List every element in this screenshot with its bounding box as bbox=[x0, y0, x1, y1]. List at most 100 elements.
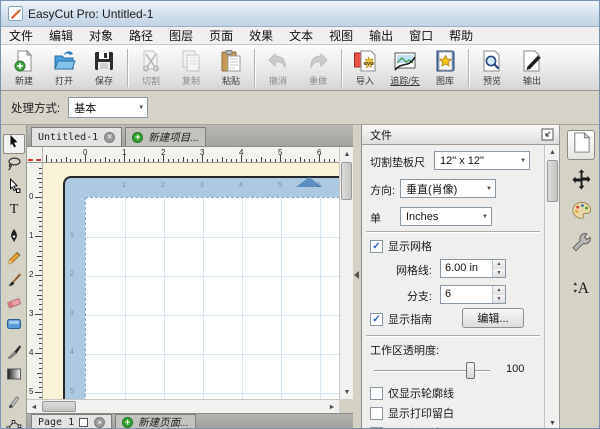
menu-item-0[interactable]: 文件 bbox=[1, 27, 41, 45]
spinner-arrows-icon[interactable]: ▲ ▼ bbox=[492, 260, 505, 277]
opacity-slider[interactable]: 100 bbox=[362, 361, 544, 380]
close-icon[interactable]: ✕ bbox=[94, 417, 106, 428]
slider-handle[interactable] bbox=[466, 362, 475, 379]
tab-page-1[interactable]: Page 1 ✕ bbox=[31, 414, 113, 428]
color-panel-button[interactable] bbox=[567, 200, 595, 226]
open-button[interactable]: 打开 bbox=[44, 47, 84, 89]
ruler-tick bbox=[138, 159, 140, 162]
pages-panel-button[interactable] bbox=[567, 130, 595, 160]
outline-only-checkbox[interactable]: 仅显示轮廓线 bbox=[370, 385, 454, 401]
page-color-swatch[interactable] bbox=[79, 418, 89, 427]
vscroll-thumb[interactable] bbox=[341, 162, 352, 200]
import-svg-icon: SVG bbox=[353, 49, 377, 73]
text-tool[interactable]: T bbox=[3, 200, 25, 220]
ruler-tick bbox=[39, 284, 42, 286]
panel-scrollbar[interactable]: ▲ ▼ bbox=[544, 145, 559, 428]
tab-untitled-1[interactable]: Untitled-1 ✕ bbox=[31, 127, 123, 146]
ruler-tick bbox=[39, 377, 42, 379]
ruler-tick bbox=[187, 159, 189, 162]
move-panel-button[interactable] bbox=[567, 169, 595, 195]
plus-icon: + bbox=[122, 417, 134, 428]
grid-line bbox=[86, 315, 339, 316]
ruler-tick bbox=[226, 159, 228, 162]
panel-splitter[interactable] bbox=[353, 125, 361, 428]
polyline-icon bbox=[6, 416, 22, 428]
svg-text:T: T bbox=[9, 202, 18, 216]
show-grid-checkbox[interactable]: ✓ 显示网格 bbox=[370, 238, 432, 254]
ruler-tick bbox=[221, 157, 223, 162]
print-margin-checkbox[interactable]: 显示打印留白 bbox=[370, 405, 454, 421]
settings-panel-button[interactable] bbox=[567, 232, 595, 258]
new-page-tab[interactable]: + 新建页面... bbox=[115, 414, 196, 428]
menu-item-1[interactable]: 编辑 bbox=[41, 27, 81, 45]
close-icon[interactable]: ✕ bbox=[104, 131, 116, 143]
menu-item-5[interactable]: 页面 bbox=[201, 27, 241, 45]
menu-item-8[interactable]: 视图 bbox=[321, 27, 361, 45]
pencil-tool[interactable] bbox=[3, 250, 25, 270]
node-select-tool[interactable] bbox=[3, 177, 25, 198]
grid-line bbox=[86, 237, 339, 238]
scroll-up-icon[interactable]: ▲ bbox=[340, 147, 354, 161]
ruler-tick bbox=[99, 159, 101, 162]
scroll-left-icon[interactable]: ◄ bbox=[27, 400, 41, 414]
save-button[interactable]: 保存 bbox=[84, 47, 124, 89]
menu-item-9[interactable]: 输出 bbox=[361, 27, 401, 45]
canvas-hscrollbar[interactable]: ◄ ► bbox=[27, 399, 339, 414]
edit-guides-button[interactable]: 编辑... bbox=[462, 308, 524, 328]
subdivision-spinner[interactable]: 6 ▲ ▼ bbox=[440, 285, 506, 304]
library-button[interactable]: 图库 bbox=[425, 47, 465, 89]
process-mode-select[interactable]: 基本 ▼ bbox=[68, 97, 149, 118]
menu-item-4[interactable]: 图层 bbox=[161, 27, 201, 45]
menu-item-7[interactable]: 文本 bbox=[281, 27, 321, 45]
text-panel-button[interactable]: A bbox=[567, 277, 595, 303]
output-button[interactable]: 输出 bbox=[512, 47, 552, 89]
brush-tool[interactable] bbox=[3, 272, 25, 292]
grid-line-spinner[interactable]: 6.00 in ▲ ▼ bbox=[440, 259, 506, 278]
canvas-vscrollbar[interactable]: ▲ ▼ bbox=[339, 147, 354, 399]
eraser-tool[interactable] bbox=[3, 294, 25, 314]
menu-item-6[interactable]: 效果 bbox=[241, 27, 281, 45]
unit-select[interactable]: Inches ▼ bbox=[400, 207, 492, 226]
shape-tool[interactable] bbox=[3, 316, 25, 336]
ruler-tick bbox=[275, 159, 277, 162]
paste-button[interactable]: 粘贴 bbox=[211, 47, 251, 89]
palette-icon bbox=[571, 200, 592, 226]
show-guides-checkbox[interactable]: ✓ 显示指南 bbox=[370, 311, 432, 327]
menu-item-11[interactable]: 帮助 bbox=[441, 27, 481, 45]
scroll-down-icon[interactable]: ▼ bbox=[545, 416, 559, 428]
registration-marks-checkbox[interactable]: 显示标记点 bbox=[370, 425, 443, 428]
menu-item-10[interactable]: 窗口 bbox=[401, 27, 441, 45]
scroll-down-icon[interactable]: ▼ bbox=[340, 385, 354, 399]
library-button-label: 图库 bbox=[435, 75, 454, 86]
scroll-right-icon[interactable]: ► bbox=[325, 400, 339, 414]
menu-item-2[interactable]: 对象 bbox=[81, 27, 121, 45]
orientation-label: 方向: bbox=[370, 185, 396, 197]
design-page[interactable] bbox=[85, 197, 339, 399]
subdivision-value: 6 bbox=[445, 288, 452, 300]
mat-size-select[interactable]: 12" x 12" ▼ bbox=[434, 151, 530, 170]
mat-tick-label: 1 bbox=[70, 232, 74, 239]
menu-item-3[interactable]: 路径 bbox=[121, 27, 161, 45]
lasso-tool[interactable] bbox=[3, 156, 25, 176]
gradient-tool[interactable] bbox=[3, 366, 25, 386]
new-project-tab[interactable]: + 新建项目... bbox=[125, 127, 206, 146]
panel-scroll-thumb[interactable] bbox=[547, 160, 558, 202]
canvas-viewport[interactable]: 1 2 3 4 5 6 1 2 3 4 5 bbox=[43, 163, 339, 399]
hscroll-thumb[interactable] bbox=[42, 401, 76, 412]
import-button[interactable]: SVG 导入 bbox=[345, 47, 385, 89]
knife-tool[interactable] bbox=[3, 344, 25, 364]
preview-button[interactable]: 预览 bbox=[472, 47, 512, 89]
collapse-arrow-icon[interactable] bbox=[354, 271, 359, 279]
float-panel-icon[interactable] bbox=[541, 128, 554, 141]
new-button[interactable]: 新建 bbox=[4, 47, 44, 89]
polyline-tool[interactable] bbox=[3, 416, 25, 428]
blade-tool[interactable] bbox=[3, 394, 25, 414]
orientation-select[interactable]: 垂直(肖像) ▼ bbox=[400, 179, 496, 198]
trace-button[interactable]: 追踪/矢 bbox=[385, 47, 425, 89]
pen-tool[interactable] bbox=[3, 228, 25, 248]
scroll-up-icon[interactable]: ▲ bbox=[545, 145, 559, 159]
ruler-tick bbox=[197, 159, 199, 162]
file-panel: 文件 切割垫板尺 12" x 12" ▼ 方向: 垂直(肖像) ▼ 单 Inch… bbox=[361, 125, 559, 428]
select-tool[interactable] bbox=[2, 134, 25, 154]
spinner-arrows-icon[interactable]: ▲ ▼ bbox=[492, 286, 505, 303]
